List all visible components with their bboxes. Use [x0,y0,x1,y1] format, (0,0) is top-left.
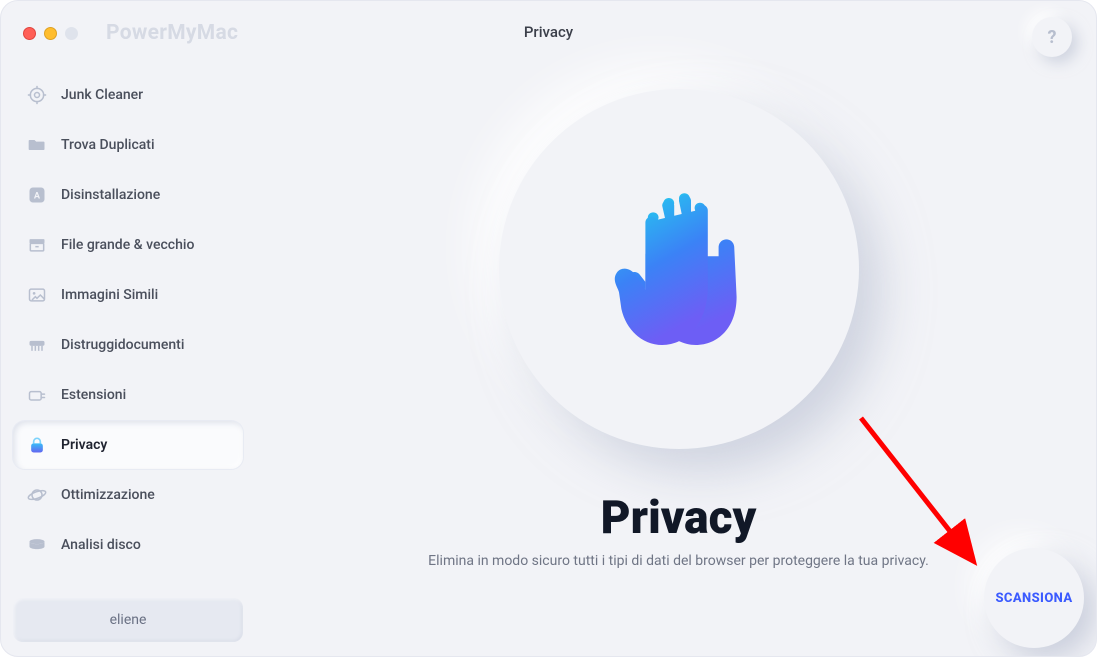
minimize-window-button[interactable] [44,27,57,40]
plugin-icon [27,385,47,405]
sidebar-item-privacy[interactable]: Privacy [13,421,243,469]
sidebar-item-label: Estensioni [61,387,126,403]
shredder-icon [27,335,47,355]
help-button[interactable]: ? [1032,17,1072,57]
sidebar-item-find-duplicates[interactable]: Trova Duplicati [13,121,243,169]
sidebar-item-label: Immagini Simili [61,287,158,303]
sidebar-list: Junk Cleaner Trova Duplicati A Disinstal… [13,71,243,590]
sidebar-item-shredder[interactable]: Distruggidocumenti [13,321,243,369]
feature-title: Privacy [601,491,757,545]
close-window-button[interactable] [23,27,36,40]
sidebar-item-label: Privacy [61,437,107,453]
target-icon [27,85,47,105]
sidebar-item-optimization[interactable]: Ottimizzazione [13,471,243,519]
scan-button-label: SCANSIONA [995,591,1072,606]
svg-text:A: A [34,191,41,201]
hand-stop-icon [604,177,754,361]
app-grid-icon: A [27,185,47,205]
sidebar-item-large-old-files[interactable]: File grande & vecchio [13,221,243,269]
folders-icon [27,135,47,155]
sidebar-item-similar-images[interactable]: Immagini Simili [13,271,243,319]
fullscreen-window-button[interactable] [65,27,78,40]
lock-icon [27,435,47,455]
sidebar-item-junk-cleaner[interactable]: Junk Cleaner [13,71,243,119]
sidebar-item-label: File grande & vecchio [61,237,194,253]
app-window: PowerMyMac Privacy ? Junk Cleaner Trova … [0,0,1097,657]
sidebar-item-disk-analysis[interactable]: Analisi disco [13,521,243,569]
main-pane: Privacy Elimina in modo sicuro tutti i t… [261,65,1096,656]
sidebar-item-label: Trova Duplicati [61,137,155,153]
sidebar-item-label: Analisi disco [61,537,141,553]
sidebar-item-label: Ottimizzazione [61,487,155,503]
scan-button[interactable]: SCANSIONA [984,548,1084,648]
help-icon: ? [1048,27,1057,48]
titlebar: PowerMyMac Privacy ? [1,1,1096,65]
feature-subtitle: Elimina in modo sicuro tutti i tipi di d… [428,553,929,569]
page-title: Privacy [524,23,573,41]
image-icon [27,285,47,305]
sidebar: Junk Cleaner Trova Duplicati A Disinstal… [13,71,243,642]
disk-icon [27,535,47,555]
planet-icon [27,485,47,505]
user-label: eliene [110,612,147,628]
sidebar-item-label: Distruggidocumenti [61,337,184,353]
sidebar-item-uninstaller[interactable]: A Disinstallazione [13,171,243,219]
sidebar-item-label: Junk Cleaner [61,87,143,103]
user-account-button[interactable]: eliene [13,598,243,642]
archive-box-icon [27,235,47,255]
sidebar-item-label: Disinstallazione [61,187,160,203]
hero-illustration [499,89,859,449]
app-name: PowerMyMac [106,21,238,45]
window-controls [23,27,78,40]
sidebar-item-extensions[interactable]: Estensioni [13,371,243,419]
